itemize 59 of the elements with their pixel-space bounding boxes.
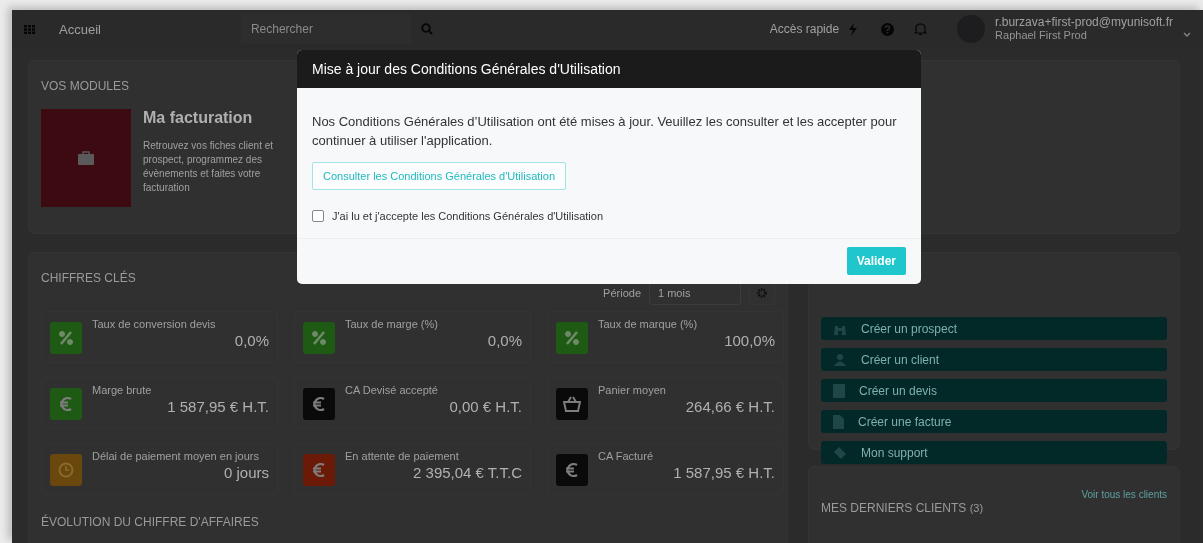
action-button[interactable]: Mon support — [821, 441, 1167, 464]
kpi-value: 2 395,04 € T.T.C — [413, 464, 522, 481]
dialog-message: Nos Conditions Générales d’Utilisation ont été mises à jour. Veuillez les consulter et les accepter pour continuer à utiliser l'application. — [312, 113, 898, 150]
action-button[interactable]: Créer une facture — [821, 410, 1167, 433]
euro-icon — [565, 462, 579, 478]
percent-icon — [310, 329, 328, 347]
section-title: ÉVOLUTION DU CHIFFRE D'AFFAIRES — [41, 515, 260, 529]
home-link[interactable]: Accueil — [59, 21, 101, 37]
action-button[interactable]: Créer un prospect — [821, 317, 1167, 340]
euro-icon — [59, 396, 73, 412]
kpi-label: CA Facturé — [598, 450, 655, 462]
settings-icon — [757, 288, 767, 298]
kpi-label: Délai de paiement moyen en jours — [92, 450, 260, 462]
percent-icon — [563, 329, 581, 347]
kpi-value: 0,0% — [487, 332, 522, 349]
see-all-link[interactable]: Voir tous les clients — [1081, 489, 1167, 500]
kpi-label: Marge brute — [92, 384, 153, 396]
basket-icon — [563, 396, 581, 412]
kpi-label: Taux de conversion devis — [92, 318, 217, 330]
kpi-value: 0,00 € H.T. — [449, 398, 522, 415]
action-button[interactable]: Créer un devis — [821, 379, 1167, 402]
accept-checkbox[interactable] — [312, 210, 324, 222]
kpi-label: Taux de marge (%) — [345, 318, 439, 330]
user-name: Raphael First Prod — [995, 29, 1088, 42]
section-title: MES DERNIERS CLIENTS (3) — [821, 501, 984, 515]
section-title: VOS MODULES — [41, 79, 131, 93]
search-icon[interactable] — [420, 23, 433, 35]
kpi-label: CA Devisé accepté — [345, 384, 439, 396]
chevron-down-icon[interactable] — [1183, 31, 1191, 37]
module-description: Retrouvez vos fiches client et prospect, programmez des évènements et faites votre facturation — [143, 139, 275, 195]
action-button[interactable]: Créer un client — [821, 348, 1167, 371]
dialog-title: Mise à jour des Conditions Générales d'Utilisation — [297, 50, 921, 88]
apps-grid-icon[interactable] — [24, 24, 35, 34]
kpi-value: 264,66 € H.T. — [685, 398, 775, 415]
quick-access-link[interactable]: Accès rapide — [769, 22, 840, 36]
section-title: CHIFFRES CLÉS — [41, 271, 137, 285]
kpi-value: 0,0% — [234, 332, 269, 349]
period-label: Période — [603, 287, 641, 299]
user-icon — [833, 352, 847, 367]
kpi-value: 0 jours — [223, 464, 269, 481]
kpi-value: 1 587,95 € H.T. — [673, 464, 775, 481]
module-tile[interactable] — [41, 109, 131, 207]
kpi-label: Taux de marque (%) — [598, 318, 699, 330]
help-icon[interactable] — [881, 22, 895, 36]
checkbox-label[interactable]: J'ai lu et j'accepte les Conditions Générales d'Utilisation — [332, 210, 604, 222]
bell-icon[interactable] — [914, 22, 928, 36]
user-email: r.burzava+first-prod@myunisoft.fr — [995, 16, 1173, 29]
kpi-label: En attente de paiement — [345, 450, 460, 462]
clock-icon — [58, 462, 74, 478]
euro-icon — [312, 396, 326, 412]
kpi-label: Panier moyen — [598, 384, 667, 396]
kpi-value: 1 587,95 € H.T. — [167, 398, 269, 415]
module-name[interactable]: Ma facturation — [143, 109, 283, 127]
file-icon — [833, 414, 844, 429]
lightning-icon[interactable] — [849, 22, 858, 36]
euro-icon — [312, 462, 326, 478]
kpi-value: 100,0% — [724, 332, 775, 349]
briefcase-icon — [78, 151, 94, 165]
percent-icon — [57, 329, 75, 347]
